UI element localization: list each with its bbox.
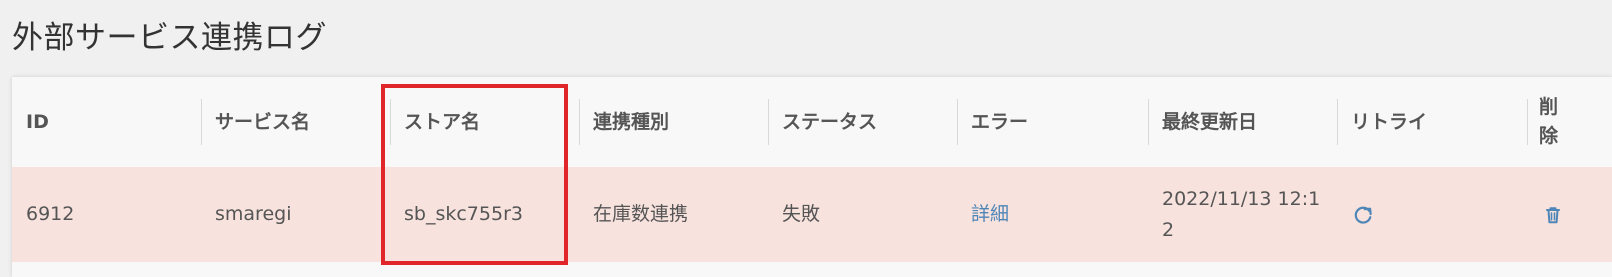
header-error: エラー (957, 77, 1148, 167)
integration-log-table-card: ID サービス名 ストア名 連携種別 ステータス エラー 最終更新日 リトライ … (12, 77, 1612, 277)
header-id-label: ID (26, 110, 49, 133)
header-retry-label: リトライ (1351, 110, 1428, 133)
trash-icon[interactable] (1541, 203, 1565, 227)
row-id: 6912 (26, 203, 75, 225)
header-service-name: サービス名 (201, 77, 390, 167)
header-last-updated-label: 最終更新日 (1162, 110, 1258, 133)
integration-log-table: ID サービス名 ストア名 連携種別 ステータス エラー 最終更新日 リトライ … (12, 77, 1612, 262)
header-status: ステータス (768, 77, 957, 167)
row-service-name: smaregi (215, 203, 292, 225)
row-error-cell: 詳細 (957, 167, 1148, 262)
row-retry-cell (1337, 167, 1527, 262)
header-delete-label: 削除 (1539, 96, 1559, 147)
header-error-label: エラー (971, 110, 1029, 133)
table-row: 6912 smaregi sb_skc755r3 在庫数連携 失敗 詳細 202… (12, 167, 1612, 262)
refresh-icon[interactable] (1351, 203, 1375, 227)
row-status: 失敗 (782, 203, 821, 225)
table-header-row: ID サービス名 ストア名 連携種別 ステータス エラー 最終更新日 リトライ … (12, 77, 1612, 167)
header-integration-type-label: 連携種別 (593, 110, 670, 133)
header-service-name-label: サービス名 (215, 110, 311, 133)
header-id: ID (12, 77, 201, 167)
header-last-updated: 最終更新日 (1148, 77, 1337, 167)
row-store-name: sb_skc755r3 (404, 203, 523, 225)
header-store-name: ストア名 (390, 77, 579, 167)
header-retry: リトライ (1337, 77, 1527, 167)
error-detail-link[interactable]: 詳細 (971, 203, 1009, 225)
header-status-label: ステータス (782, 110, 878, 133)
header-delete: 削除 (1527, 77, 1612, 167)
page-title: 外部サービス連携ログ (12, 20, 327, 56)
header-integration-type: 連携種別 (579, 77, 768, 167)
row-integration-type: 在庫数連携 (593, 203, 689, 225)
header-store-name-label: ストア名 (404, 110, 481, 133)
row-last-updated: 2022/11/13 12:12 (1162, 187, 1321, 241)
row-delete-cell (1527, 167, 1612, 262)
